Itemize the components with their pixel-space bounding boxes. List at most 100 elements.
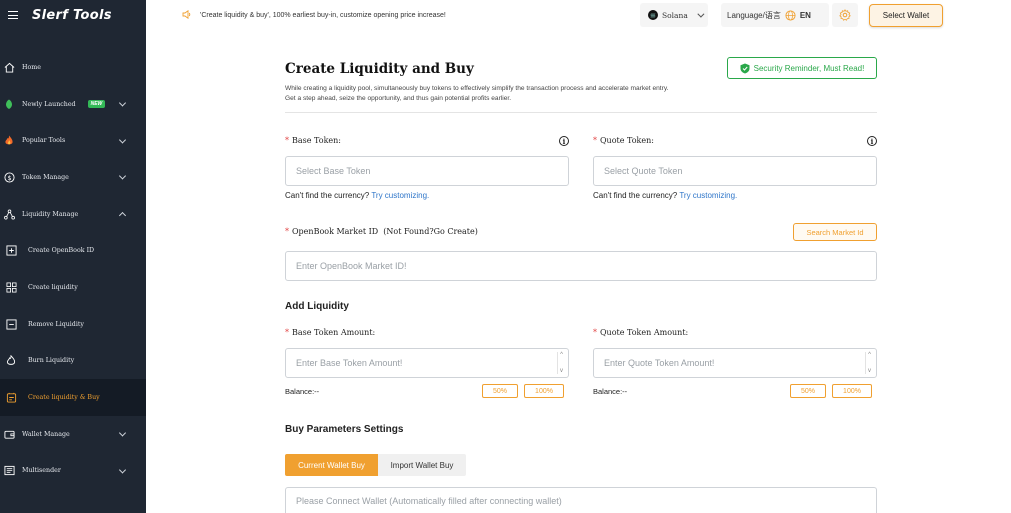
stepper-up-icon[interactable]: ^ <box>560 352 563 358</box>
base-amount-placeholder: Enter Base Token Amount! <box>296 358 403 368</box>
select-wallet-button[interactable]: Select Wallet <box>869 4 943 27</box>
settings-button[interactable] <box>832 3 858 27</box>
solana-icon <box>648 10 658 20</box>
market-create-link[interactable]: (Not Found?Go Create) <box>383 227 478 236</box>
menu-icon[interactable] <box>8 11 18 19</box>
security-reminder-button[interactable]: Security Reminder, Must Read! <box>727 57 877 79</box>
page-description: While creating a liquidity pool, simulta… <box>285 84 745 103</box>
sidebar-item-label: Remove Liquidity <box>28 320 84 328</box>
required-marker: * <box>285 227 289 236</box>
add-liquidity-heading: Add Liquidity <box>285 301 349 312</box>
chevron-up-icon <box>118 212 127 220</box>
flame-icon <box>5 355 17 367</box>
sidebar-item-label: Newly Launched <box>22 100 76 108</box>
number-stepper[interactable]: ^ v <box>865 352 873 374</box>
sidebar-item-create-liquidity[interactable]: Create liquidity <box>0 269 146 306</box>
chevron-down-icon <box>118 172 127 180</box>
required-marker: * <box>285 136 289 145</box>
speaker-icon <box>182 9 192 21</box>
base-amount-label-text: Base Token Amount: <box>292 328 376 337</box>
tab-import-wallet-buy[interactable]: Import Wallet Buy <box>378 454 466 476</box>
search-market-id-button[interactable]: Search Market Id <box>793 223 877 241</box>
sidebar-item-create-openbook-id[interactable]: Create OpenBook ID <box>0 232 146 269</box>
base-token-label: * Base Token: <box>285 136 341 145</box>
try-customizing-link[interactable]: Try customizing. <box>679 191 737 200</box>
leaf-icon <box>3 98 15 110</box>
announcement: 'Create liquidity & buy', 100% earliest … <box>182 9 446 21</box>
info-icon[interactable]: i <box>867 136 877 146</box>
cant-find-text: Can't find the currency? <box>593 191 678 200</box>
gear-icon <box>839 9 851 21</box>
nodes-icon <box>3 208 15 220</box>
sidebar-item-label: Wallet Manage <box>22 430 70 438</box>
sidebar-item-burn-liquidity[interactable]: Burn Liquidity <box>0 343 146 380</box>
sidebar-item-popular-tools[interactable]: Popular Tools <box>0 122 146 159</box>
sidebar-item-newly-launched[interactable]: Newly Launched NEW <box>0 86 146 123</box>
sidebar-item-label: Popular Tools <box>22 137 66 145</box>
base-token-hint: Can't find the currency? Try customizing… <box>285 191 429 200</box>
sidebar-item-label: Multisender <box>22 467 61 475</box>
sidebar-item-label: Home <box>22 63 41 71</box>
wallet-address-input[interactable]: Please Connect Wallet (Automatically fil… <box>285 487 877 513</box>
description-line: While creating a liquidity pool, simulta… <box>285 85 669 92</box>
sidebar-item-create-liquidity-buy[interactable]: Create liquidity & Buy <box>0 379 146 416</box>
new-badge: NEW <box>87 100 106 109</box>
sidebar: Slerf Tools Home Newly Launched NEW Popu… <box>0 0 146 513</box>
sidebar-item-liquidity-manage[interactable]: Liquidity Manage <box>0 196 146 233</box>
sidebar-item-label: Create liquidity & Buy <box>28 394 100 402</box>
grid-icon <box>5 281 17 293</box>
quote-amount-input[interactable]: Enter Quote Token Amount! ^ v <box>593 348 877 378</box>
base-amount-input[interactable]: Enter Base Token Amount! ^ v <box>285 348 569 378</box>
chevron-down-icon <box>118 136 127 144</box>
sidebar-item-multisender[interactable]: Multisender <box>0 453 146 490</box>
app-logo: Slerf Tools <box>32 7 112 23</box>
tab-current-wallet-buy[interactable]: Current Wallet Buy <box>285 454 378 476</box>
base-amount-label: * Base Token Amount: <box>285 328 375 337</box>
plus-square-icon <box>5 245 17 257</box>
language-code: EN <box>799 10 811 20</box>
sidebar-item-label: Create liquidity <box>28 283 78 291</box>
base-50-percent-button[interactable]: 50% <box>482 384 518 398</box>
market-id-label-text: OpenBook Market ID <box>292 227 379 236</box>
sidebar-item-label: Token Manage <box>22 173 69 181</box>
brand: Slerf Tools <box>0 0 146 30</box>
quote-token-hint: Can't find the currency? Try customizing… <box>593 191 737 200</box>
globe-icon <box>785 9 796 21</box>
announcement-text: 'Create liquidity & buy', 100% earliest … <box>200 11 446 19</box>
quote-token-select[interactable]: Select Quote Token <box>593 156 877 186</box>
number-stepper[interactable]: ^ v <box>557 352 565 374</box>
page-title: Create Liquidity and Buy <box>285 61 474 77</box>
sidebar-item-token-manage[interactable]: $ Token Manage <box>0 159 146 196</box>
network-selector[interactable]: Solana <box>640 3 708 27</box>
quote-50-percent-button[interactable]: 50% <box>790 384 826 398</box>
minus-square-icon <box>5 318 17 330</box>
divider <box>285 112 877 113</box>
cart-icon <box>5 392 17 404</box>
market-id-input[interactable]: Enter OpenBook Market ID! <box>285 251 877 281</box>
sidebar-item-label: Burn Liquidity <box>28 357 75 365</box>
base-token-select[interactable]: Select Base Token <box>285 156 569 186</box>
quote-amount-label: * Quote Token Amount: <box>593 328 688 337</box>
quote-100-percent-button[interactable]: 100% <box>832 384 872 398</box>
stepper-up-icon[interactable]: ^ <box>868 352 871 358</box>
quote-balance: Balance:-- <box>593 387 628 396</box>
stepper-down-icon[interactable]: v <box>868 368 871 374</box>
try-customizing-link[interactable]: Try customizing. <box>371 191 429 200</box>
info-icon[interactable]: i <box>559 136 569 146</box>
chevron-down-icon <box>118 466 127 474</box>
topbar: 'Create liquidity & buy', 100% earliest … <box>146 0 1011 30</box>
stepper-down-icon[interactable]: v <box>560 368 563 374</box>
quote-amount-placeholder: Enter Quote Token Amount! <box>604 358 715 368</box>
language-selector[interactable]: Language/语言 EN <box>721 3 829 27</box>
sidebar-item-label: Liquidity Manage <box>22 210 79 218</box>
chevron-down-icon <box>118 99 127 107</box>
description-line: Get a step ahead, seize the opportunity,… <box>285 94 512 102</box>
sidebar-item-remove-liquidity[interactable]: Remove Liquidity <box>0 306 146 343</box>
sidebar-item-home[interactable]: Home <box>0 49 146 86</box>
cant-find-text: Can't find the currency? <box>285 191 370 200</box>
sidebar-item-wallet-manage[interactable]: Wallet Manage <box>0 416 146 453</box>
sidebar-nav: Home Newly Launched NEW Popular Tools $ … <box>0 49 146 489</box>
base-100-percent-button[interactable]: 100% <box>524 384 564 398</box>
buy-parameters-heading: Buy Parameters Settings <box>285 424 404 435</box>
fire-icon <box>3 135 15 147</box>
